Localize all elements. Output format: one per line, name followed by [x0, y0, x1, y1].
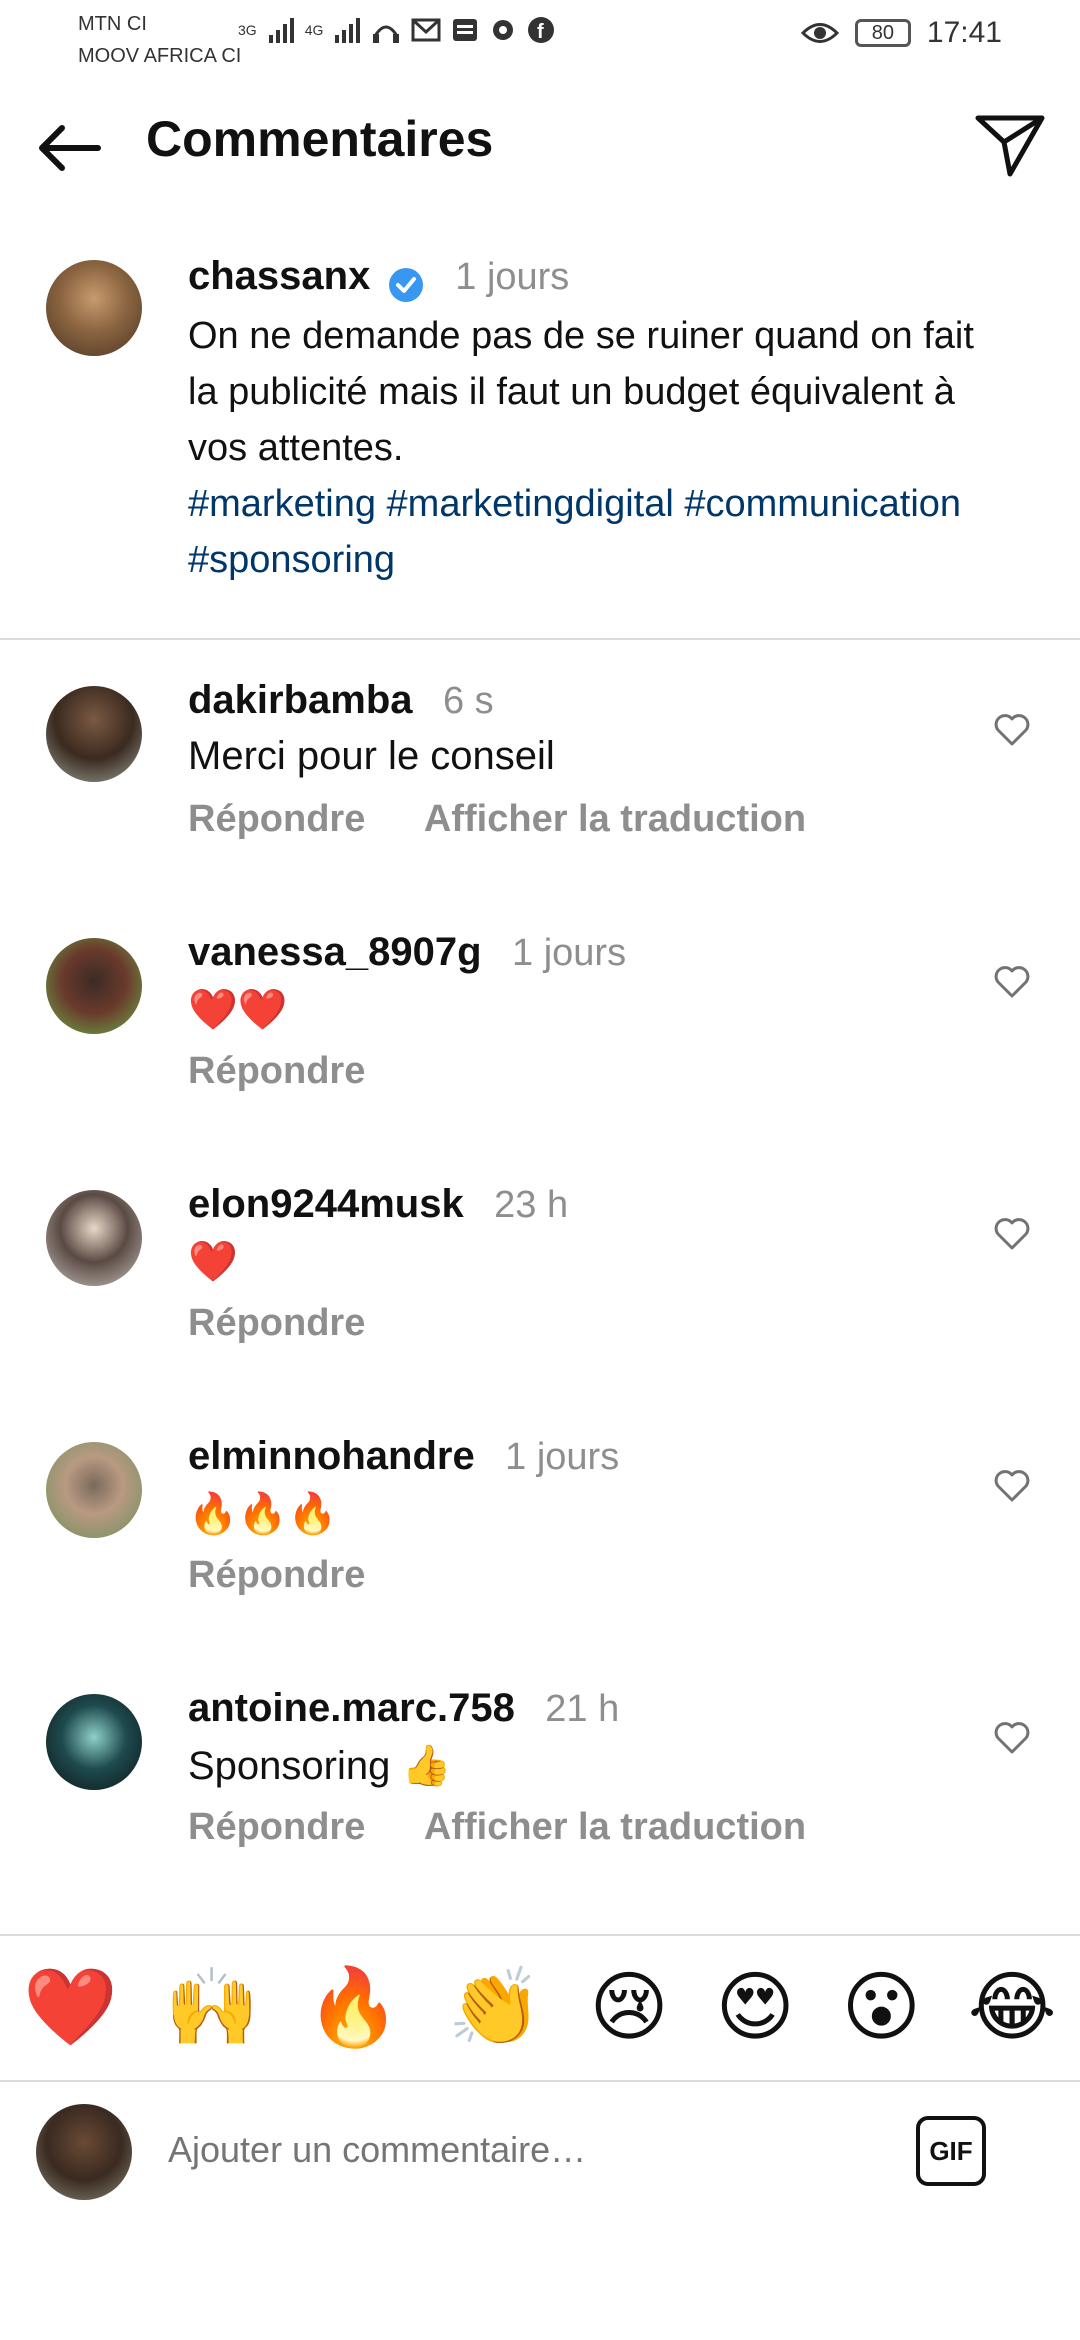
- signal-icon: [268, 18, 294, 43]
- facebook-icon: f: [528, 17, 555, 43]
- comment-time: 6 s: [442, 680, 494, 722]
- network-4g-label: 4G: [304, 22, 324, 38]
- reply-button[interactable]: Répondre: [188, 1050, 365, 1092]
- like-heart-icon[interactable]: [992, 710, 1032, 750]
- comment-actions: Répondre: [188, 1050, 365, 1093]
- translate-button[interactable]: Afficher la traduction: [424, 798, 806, 840]
- mail-icon: [411, 18, 441, 42]
- comment-item: dakirbamba 6 s Merci pour le conseil Rép…: [0, 676, 1080, 928]
- comment-input-row: GIF: [0, 2080, 1080, 2230]
- reaction-raised-hands[interactable]: 🙌: [165, 1970, 260, 2046]
- avatar[interactable]: [46, 1694, 142, 1790]
- reply-button[interactable]: Répondre: [188, 1302, 365, 1344]
- signal-icon: [335, 18, 361, 43]
- comment-username[interactable]: elon9244musk: [188, 1182, 464, 1226]
- comment-username[interactable]: elminnohandre: [188, 1434, 475, 1478]
- comment-username[interactable]: vanessa_8907g: [188, 930, 482, 974]
- comment-username[interactable]: dakirbamba: [188, 678, 413, 722]
- reaction-heart[interactable]: ❤️: [23, 1970, 118, 2046]
- share-button[interactable]: [970, 104, 1050, 184]
- avatar[interactable]: [46, 260, 142, 356]
- comment-username[interactable]: antoine.marc.758: [188, 1686, 515, 1730]
- comment-actions: Répondre Afficher la traduction: [188, 798, 806, 841]
- caption-header: chassanx 1 jours: [188, 254, 569, 304]
- reaction-fire[interactable]: 🔥: [306, 1970, 401, 2046]
- reaction-laugh[interactable]: 😂: [968, 1970, 1057, 2046]
- reaction-clap[interactable]: 👏: [448, 1970, 543, 2046]
- comment-text: ❤️❤️: [188, 988, 288, 1032]
- status-icons: 3G 4G f: [238, 16, 555, 44]
- comment-text: ❤️: [188, 1240, 238, 1284]
- comment-item: elon9244musk 23 h ❤️ Répondre: [0, 1180, 1080, 1432]
- reaction-sad[interactable]: 😢: [589, 1970, 668, 2046]
- like-heart-icon[interactable]: [992, 1466, 1032, 1506]
- reply-button[interactable]: Répondre: [188, 1554, 365, 1596]
- post-caption: chassanx 1 jours On ne demande pas de se…: [0, 220, 1080, 640]
- carrier-2: MOOV AFRICA CI: [78, 45, 242, 67]
- headset-icon: [373, 25, 400, 43]
- status-bar: MTN CI MOOV AFRICA CI 3G 4G f 80 17:41: [0, 0, 1080, 80]
- caption-username[interactable]: chassanx: [188, 254, 370, 298]
- back-button[interactable]: [30, 108, 110, 188]
- comment-time: 21 h: [545, 1688, 620, 1730]
- page-title: Commentaires: [146, 111, 494, 167]
- avatar[interactable]: [46, 686, 142, 782]
- like-heart-icon[interactable]: [992, 962, 1032, 1002]
- comment-actions: Répondre: [188, 1302, 365, 1345]
- message-icon: [453, 19, 478, 41]
- comment-text: 🔥🔥🔥: [188, 1492, 338, 1536]
- reaction-heart-eyes[interactable]: 😍: [716, 1970, 795, 2046]
- carrier-names: MTN CI MOOV AFRICA CI: [78, 8, 241, 72]
- comment-text: Sponsoring 👍: [188, 1744, 452, 1788]
- network-3g-label: 3G: [238, 22, 257, 38]
- reaction-surprised[interactable]: 😮: [842, 1970, 921, 2046]
- eye-icon: [800, 23, 839, 43]
- avatar: [36, 2104, 132, 2200]
- comment-header: elon9244musk 23 h: [188, 1182, 568, 1227]
- comment-header: dakirbamba 6 s: [188, 678, 494, 723]
- quick-reactions-bar: ❤️ 🙌 🔥 👏 😢 😍 😮 😂: [0, 1934, 1080, 2082]
- comment-item: elminnohandre 1 jours 🔥🔥🔥 Répondre: [0, 1432, 1080, 1684]
- comment-time: 1 jours: [512, 932, 627, 974]
- comment-time: 23 h: [494, 1184, 569, 1226]
- status-right: 80 17:41: [800, 16, 1002, 50]
- comment-actions: Répondre: [188, 1554, 365, 1597]
- avatar[interactable]: [46, 1190, 142, 1286]
- avatar[interactable]: [46, 1442, 142, 1538]
- carrier-1: MTN CI: [78, 13, 147, 35]
- translate-button[interactable]: Afficher la traduction: [424, 1806, 806, 1848]
- comment-item: antoine.marc.758 21 h Sponsoring 👍 Répon…: [0, 1684, 1080, 1936]
- svg-text:f: f: [537, 21, 544, 43]
- comment-header: elminnohandre 1 jours: [188, 1434, 619, 1479]
- like-heart-icon[interactable]: [992, 1214, 1032, 1254]
- gif-button[interactable]: GIF: [916, 2116, 986, 2186]
- comment-actions: Répondre Afficher la traduction: [188, 1806, 806, 1849]
- reply-button[interactable]: Répondre: [188, 798, 365, 840]
- settings-icon: [493, 20, 514, 40]
- header: Commentaires: [0, 80, 1080, 210]
- battery-indicator: 80: [854, 19, 911, 47]
- caption-text: On ne demande pas de se ruiner quand on …: [188, 315, 974, 469]
- like-heart-icon[interactable]: [992, 1718, 1032, 1758]
- caption-time: 1 jours: [455, 256, 570, 298]
- clock: 17:41: [926, 16, 1002, 49]
- comment-text: Merci pour le conseil: [188, 734, 555, 778]
- comment-header: antoine.marc.758 21 h: [188, 1686, 619, 1731]
- paper-plane-icon: [975, 115, 1045, 177]
- arrow-left-icon: [39, 125, 101, 171]
- caption-hashtags[interactable]: #marketing #marketingdigital #communicat…: [188, 476, 1008, 588]
- comment-header: vanessa_8907g 1 jours: [188, 930, 626, 975]
- comment-item: vanessa_8907g 1 jours ❤️❤️ Répondre: [0, 928, 1080, 1180]
- avatar[interactable]: [46, 938, 142, 1034]
- comment-time: 1 jours: [505, 1436, 620, 1478]
- reply-button[interactable]: Répondre: [188, 1806, 365, 1848]
- comment-input[interactable]: [166, 2128, 870, 2172]
- verified-badge-icon: [388, 267, 423, 302]
